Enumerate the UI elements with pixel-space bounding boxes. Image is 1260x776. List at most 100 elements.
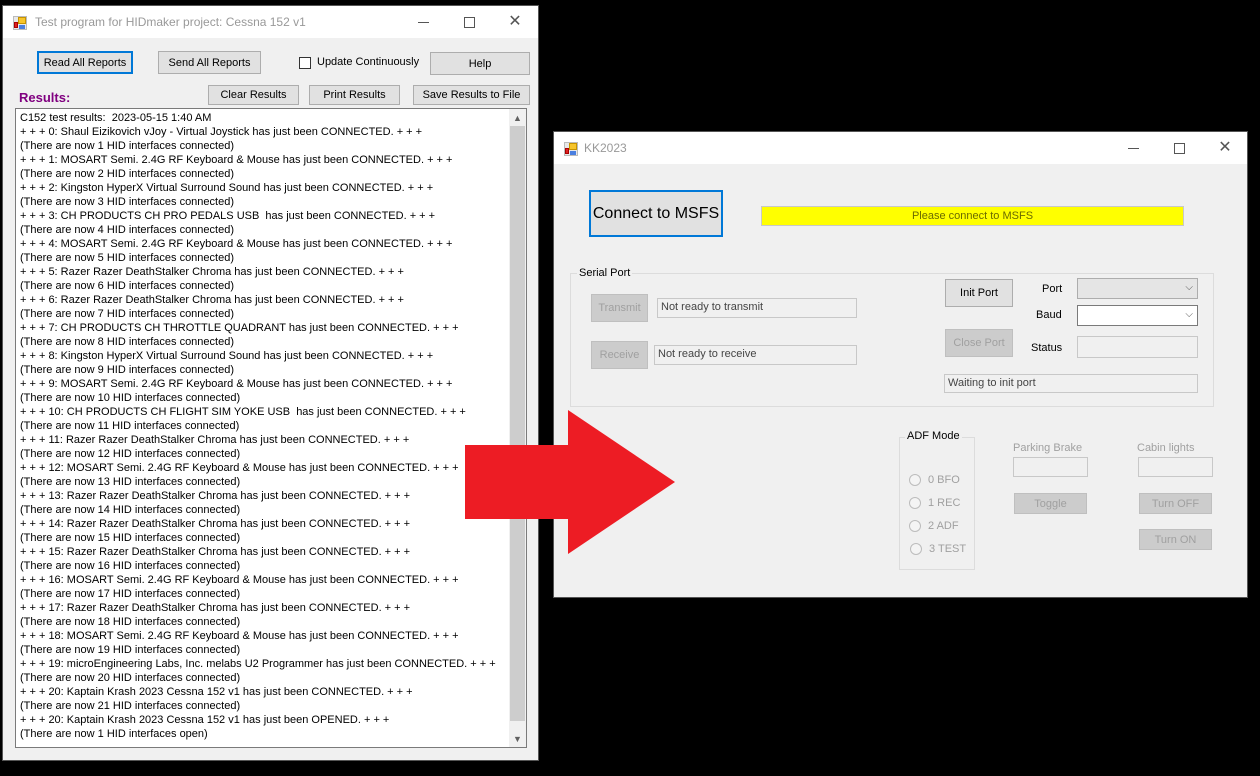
log-line: (There are now 6 HID interfaces connecte… <box>20 280 234 292</box>
init-port-button[interactable]: Init Port <box>945 279 1013 307</box>
results-textbox[interactable]: C152 test results: 2023-05-15 1:40 AM + +… <box>15 108 527 748</box>
connect-status-field: Please connect to MSFS <box>761 206 1184 226</box>
results-label: Results: <box>19 90 71 105</box>
turn-on-lights-button[interactable]: Turn ON <box>1139 529 1212 550</box>
close-button[interactable]: ✕ <box>1202 132 1248 164</box>
help-button[interactable]: Help <box>430 52 530 75</box>
results-scrollbar[interactable]: ▲ ▼ <box>509 109 526 747</box>
log-line: (There are now 1 HID interfaces open) <box>20 728 208 740</box>
window-title: KK2023 <box>584 141 627 155</box>
log-line: (There are now 2 HID interfaces connecte… <box>20 168 234 180</box>
turn-off-lights-button[interactable]: Turn OFF <box>1139 493 1212 514</box>
log-line: (There are now 18 HID interfaces connect… <box>20 616 241 628</box>
chevron-down-icon: ⌵ <box>1185 309 1193 320</box>
log-line: (There are now 21 HID interfaces connect… <box>20 700 241 712</box>
maximize-button[interactable] <box>446 6 492 38</box>
minimize-icon <box>1127 147 1139 149</box>
cabin-lights-field <box>1138 457 1213 477</box>
log-line: (There are now 4 HID interfaces connecte… <box>20 224 234 236</box>
transmit-button[interactable]: Transmit <box>591 294 648 322</box>
update-continuously-label[interactable]: Update Continuously <box>317 56 419 68</box>
log-line: + + + 6: Razer Razer DeathStalker Chroma… <box>20 294 404 306</box>
scroll-up-icon[interactable]: ▲ <box>509 109 526 126</box>
save-results-button[interactable]: Save Results to File <box>413 85 530 105</box>
log-line: (There are now 5 HID interfaces connecte… <box>20 252 234 264</box>
port-status-field: Waiting to init port <box>944 374 1198 393</box>
log-line: (There are now 12 HID interfaces connect… <box>20 448 241 460</box>
port-combobox[interactable]: ⌵ <box>1077 278 1198 299</box>
close-button[interactable]: ✕ <box>492 6 538 38</box>
receive-button[interactable]: Receive <box>591 341 648 369</box>
port-label: Port <box>1042 283 1063 295</box>
log-line: + + + 16: MOSART Semi. 2.4G RF Keyboard … <box>20 574 459 586</box>
send-all-reports-button[interactable]: Send All Reports <box>158 51 261 74</box>
log-line: + + + 5: Razer Razer DeathStalker Chroma… <box>20 266 404 278</box>
log-line: (There are now 19 HID interfaces connect… <box>20 644 241 656</box>
log-line: + + + 8: Kingston HyperX Virtual Surroun… <box>20 350 434 362</box>
parking-brake-label: Parking Brake <box>1013 442 1083 454</box>
log-line: + + + 0: Shaul Eizikovich vJoy - Virtual… <box>20 126 423 138</box>
adf-radio-0-bfo[interactable] <box>909 474 921 486</box>
adf-radio-2-adf[interactable] <box>909 520 921 532</box>
minimize-button[interactable] <box>400 6 446 38</box>
maximize-button[interactable] <box>1156 132 1202 164</box>
toggle-parking-brake-button[interactable]: Toggle <box>1014 493 1087 514</box>
title-bar[interactable]: KK2023 ✕ <box>554 132 1247 164</box>
log-line: (There are now 8 HID interfaces connecte… <box>20 336 234 348</box>
log-line: (There are now 10 HID interfaces connect… <box>20 392 241 404</box>
close-icon: ✕ <box>508 13 522 30</box>
adf-option-label[interactable]: 0 BFO <box>928 474 960 486</box>
log-line: + + + 14: Razer Razer DeathStalker Chrom… <box>20 518 411 530</box>
scroll-down-icon[interactable]: ▼ <box>509 730 526 747</box>
adf-mode-group-title: ADF Mode <box>905 430 962 442</box>
read-all-reports-button[interactable]: Read All Reports <box>37 51 133 74</box>
log-line: + + + 9: MOSART Semi. 2.4G RF Keyboard &… <box>20 378 453 390</box>
log-line: + + + 20: Kaptain Krash 2023 Cessna 152 … <box>20 714 390 726</box>
window-title: Test program for HIDmaker project: Cessn… <box>35 15 306 29</box>
log-line: + + + 12: MOSART Semi. 2.4G RF Keyboard … <box>20 462 459 474</box>
scroll-thumb[interactable] <box>510 126 525 721</box>
adf-radio-3-test[interactable] <box>910 543 922 555</box>
title-bar[interactable]: Test program for HIDmaker project: Cessn… <box>3 6 538 38</box>
app-icon <box>564 142 578 156</box>
update-continuously-checkbox[interactable] <box>299 57 311 69</box>
cabin-lights-label: Cabin lights <box>1137 442 1195 454</box>
parking-brake-field <box>1013 457 1088 477</box>
adf-option-label[interactable]: 1 REC <box>928 497 960 509</box>
serial-port-group-title: Serial Port <box>577 267 633 279</box>
status-label: Status <box>1031 342 1063 354</box>
baud-label: Baud <box>1036 309 1062 321</box>
log-line: + + + 20: Kaptain Krash 2023 Cessna 152 … <box>20 686 413 698</box>
log-line: + + + 2: Kingston HyperX Virtual Surroun… <box>20 182 434 194</box>
log-line: (There are now 9 HID interfaces connecte… <box>20 364 234 376</box>
clear-results-button[interactable]: Clear Results <box>208 85 299 105</box>
log-line: + + + 17: Razer Razer DeathStalker Chrom… <box>20 602 411 614</box>
log-line: + + + 13: Razer Razer DeathStalker Chrom… <box>20 490 411 502</box>
adf-option-label[interactable]: 2 ADF <box>928 520 959 532</box>
minimize-button[interactable] <box>1110 132 1156 164</box>
baud-combobox[interactable]: ⌵ <box>1077 305 1198 326</box>
log-line: C152 test results: 2023-05-15 1:40 AM <box>20 112 212 124</box>
log-line: + + + 11: Razer Razer DeathStalker Chrom… <box>20 434 410 446</box>
log-line: (There are now 13 HID interfaces connect… <box>20 476 241 488</box>
adf-radio-1-rec[interactable] <box>909 497 921 509</box>
kk2023-window: KK2023 ✕ Connect to MSFS Please connect … <box>553 131 1248 598</box>
log-line: (There are now 3 HID interfaces connecte… <box>20 196 234 208</box>
close-port-button[interactable]: Close Port <box>945 329 1013 357</box>
hidmaker-test-window: Test program for HIDmaker project: Cessn… <box>2 5 539 761</box>
results-log: C152 test results: 2023-05-15 1:40 AM + +… <box>20 111 506 741</box>
log-line: + + + 7: CH PRODUCTS CH THROTTLE QUADRAN… <box>20 322 459 334</box>
log-line: (There are now 11 HID interfaces connect… <box>20 420 240 432</box>
chevron-down-icon: ⌵ <box>1185 282 1193 293</box>
connect-msfs-button[interactable]: Connect to MSFS <box>589 190 723 237</box>
receive-status-field: Not ready to receive <box>654 345 857 365</box>
adf-option-label[interactable]: 3 TEST <box>929 543 966 555</box>
log-line: (There are now 15 HID interfaces connect… <box>20 532 241 544</box>
log-line: (There are now 16 HID interfaces connect… <box>20 560 241 572</box>
print-results-button[interactable]: Print Results <box>309 85 400 105</box>
status-field <box>1077 336 1198 358</box>
log-line: (There are now 7 HID interfaces connecte… <box>20 308 234 320</box>
log-line: (There are now 1 HID interfaces connecte… <box>20 140 234 152</box>
log-line: + + + 4: MOSART Semi. 2.4G RF Keyboard &… <box>20 238 453 250</box>
close-icon: ✕ <box>1218 139 1232 156</box>
